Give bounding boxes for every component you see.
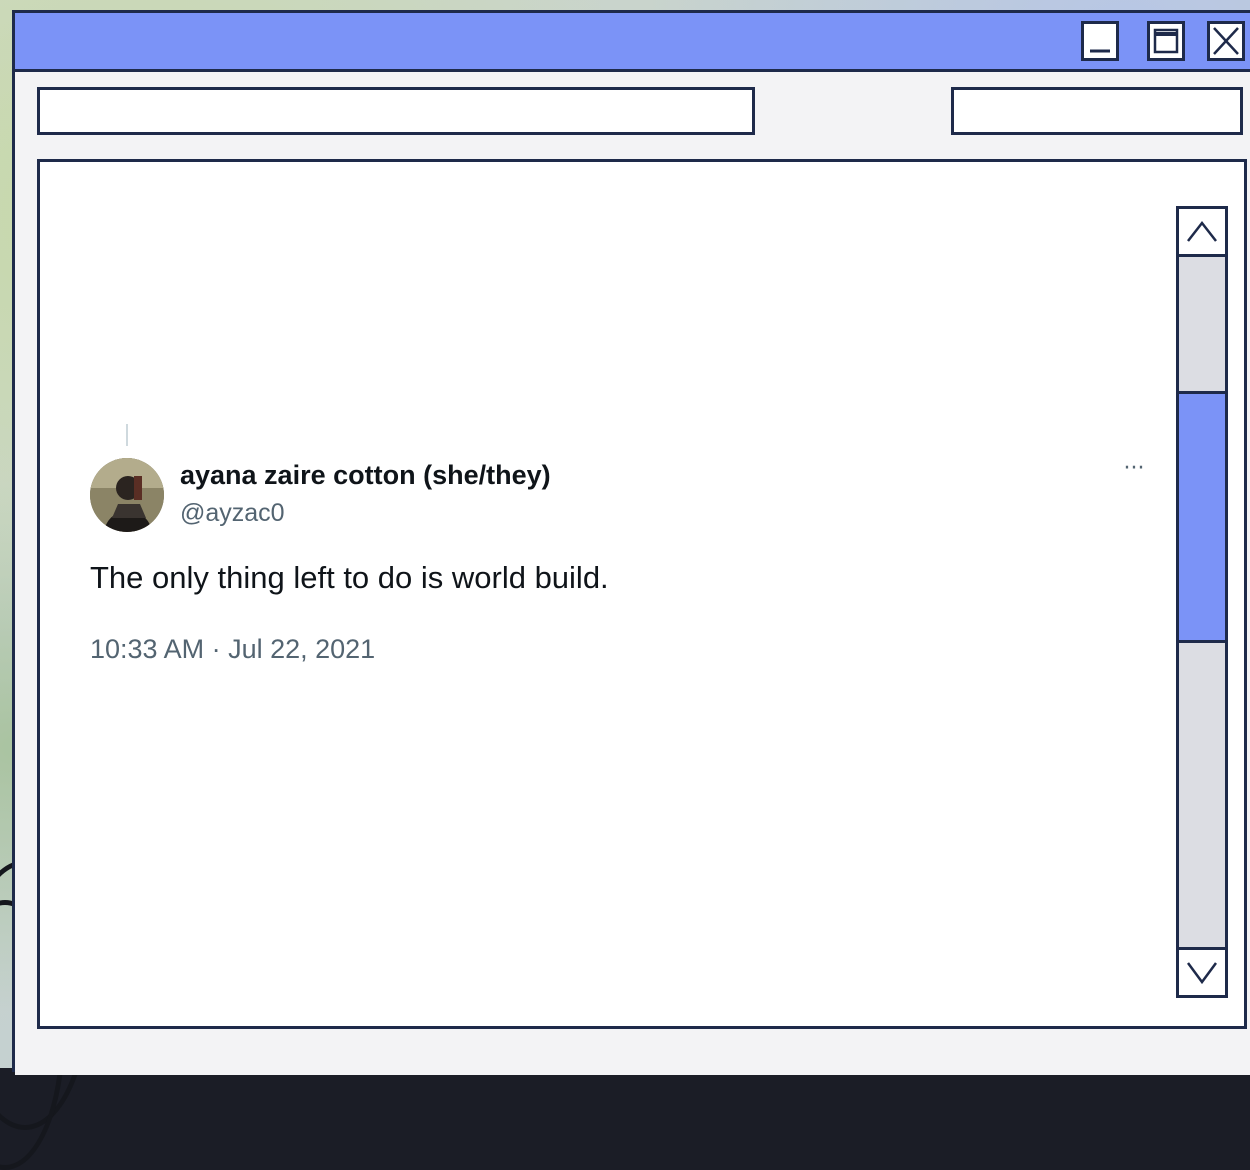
- more-options-icon[interactable]: ···: [1114, 454, 1154, 484]
- app-window: ayana zaire cotton (she/they) @ayzac0 ··…: [12, 10, 1250, 1075]
- minimize-icon: [1090, 49, 1110, 53]
- thread-connector-line: [126, 424, 128, 446]
- search-field[interactable]: [951, 87, 1243, 135]
- tweet-text: The only thing left to do is world build…: [90, 560, 609, 595]
- maximize-button[interactable]: [1147, 21, 1185, 61]
- window-bottom-edge: [15, 1053, 1250, 1075]
- close-button[interactable]: [1207, 21, 1245, 61]
- title-bar[interactable]: [15, 13, 1250, 72]
- scroll-down-button[interactable]: [1179, 947, 1225, 995]
- maximize-icon: [1153, 28, 1179, 54]
- tweet-handle[interactable]: @ayzac0: [180, 499, 285, 528]
- tweet-display-name[interactable]: ayana zaire cotton (she/they): [180, 460, 551, 491]
- address-field[interactable]: [37, 87, 755, 135]
- close-icon: [1213, 27, 1239, 55]
- minimize-button[interactable]: [1081, 21, 1119, 61]
- scroll-up-button[interactable]: [1179, 209, 1225, 257]
- tweet-timestamp[interactable]: 10:33 AM · Jul 22, 2021: [90, 634, 375, 665]
- content-pane: ayana zaire cotton (she/they) @ayzac0 ··…: [37, 159, 1247, 1029]
- vertical-scrollbar[interactable]: [1176, 206, 1228, 998]
- scroll-thumb[interactable]: [1179, 391, 1225, 643]
- avatar[interactable]: [90, 458, 164, 532]
- avatar-image: [90, 458, 164, 532]
- chevron-down-icon: [1186, 962, 1218, 985]
- chevron-up-icon: [1187, 220, 1217, 242]
